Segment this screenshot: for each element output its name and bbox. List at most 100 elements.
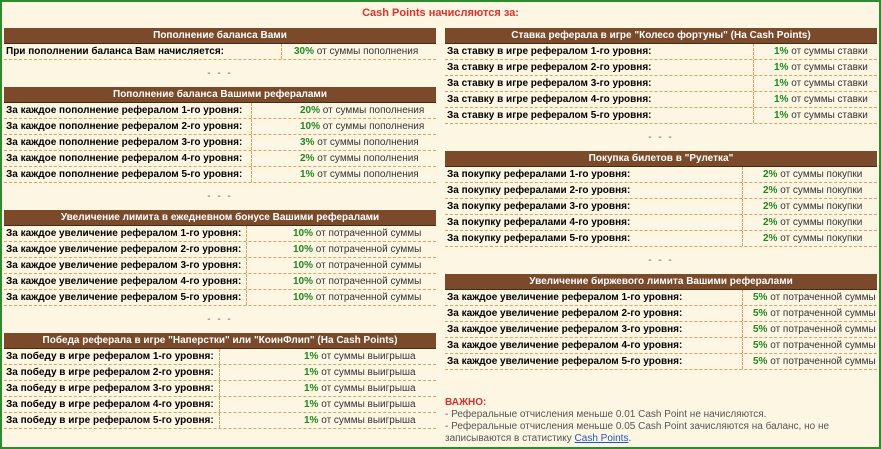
value-text: от суммы выигрыша: [321, 399, 416, 410]
value-text: от суммы ставки: [791, 46, 868, 57]
table-row: За каждое пополнение рефералом 5-го уров…: [4, 167, 436, 183]
percent-value: 10%: [293, 244, 314, 255]
row-label: За покупку рефералами 3-го уровня:: [445, 199, 743, 214]
row-label: За победу в игре рефералом 4-го уровня:: [4, 397, 220, 412]
value-text: от суммы покупки: [780, 185, 863, 196]
value-text: от суммы покупки: [780, 217, 863, 228]
row-value: 1% от суммы ставки: [754, 76, 868, 91]
table-row: За каждое увеличение рефералом 4-го уров…: [4, 274, 436, 290]
row-value: 2% от суммы покупки: [743, 183, 862, 198]
value-text: от потраченной суммы: [770, 340, 876, 351]
table-row: За каждое увеличение рефералом 3-го уров…: [4, 258, 436, 274]
percent-value: 5%: [753, 356, 768, 367]
row-value: 1% от суммы ставки: [754, 44, 868, 59]
value-text: от суммы ставки: [791, 78, 868, 89]
section-header: Увеличение лимита в ежедневном бонусе Ва…: [4, 210, 436, 226]
percent-value: 1%: [774, 46, 789, 57]
row-label: За каждое увеличение рефералом 2-го уров…: [445, 306, 743, 321]
value-text: от суммы ставки: [791, 110, 868, 121]
table-row: За покупку рефералами 1-го уровня: 2% от …: [445, 167, 877, 183]
value-text: от потраченной суммы: [770, 308, 876, 319]
row-value: 1% от суммы ставки: [754, 60, 868, 75]
row-value: 5% от потраченной суммы: [743, 290, 876, 305]
row-value: 1% от суммы пополнения: [252, 167, 419, 182]
section-header: Ставка реферала в игре "Колесо фортуны" …: [445, 28, 877, 44]
important-note: ВАЖНО: - Реферальные отчисления меньше 0…: [445, 397, 875, 445]
section-header: Покупка билетов в "Рулетка": [445, 151, 877, 167]
row-value: 1% от суммы выигрыша: [220, 349, 416, 364]
value-text: от суммы пополнения: [317, 137, 419, 148]
percent-value: 1%: [304, 367, 319, 378]
table-row: За ставку в игре рефералом 3-го уровня: 1…: [445, 76, 877, 92]
table-row: За ставку в игре рефералом 5-го уровня: 1…: [445, 108, 877, 124]
percent-value: 2%: [763, 169, 778, 180]
value-text: от потраченной суммы: [770, 324, 876, 335]
percent-value: 20%: [300, 105, 321, 116]
section: Покупка билетов в "Рулетка" За покупку ре…: [445, 151, 877, 247]
value-text: от потраченной суммы: [315, 228, 422, 239]
row-label: За ставку в игре рефералом 4-го уровня:: [445, 92, 754, 107]
table-row: За ставку в игре рефералом 4-го уровня: 1…: [445, 92, 877, 108]
table-row: За каждое увеличение рефералом 5-го уров…: [445, 354, 877, 370]
percent-value: 2%: [300, 153, 315, 164]
value-text: от суммы пополнения: [322, 121, 425, 132]
table-row: За победу в игре рефералом 1-го уровня: 1…: [4, 349, 436, 365]
table-row: За каждое увеличение рефералом 2-го уров…: [445, 306, 877, 322]
row-value: 1% от суммы выигрыша: [220, 413, 416, 428]
row-label: За победу в игре рефералом 2-го уровня:: [4, 365, 220, 380]
section-header: Увеличение биржевого лимита Вашими рефер…: [445, 274, 877, 290]
percent-value: 30%: [294, 46, 315, 57]
value-text: от суммы выигрыша: [321, 383, 416, 394]
row-label: За покупку рефералами 1-го уровня:: [445, 167, 743, 182]
percent-value: 5%: [753, 308, 768, 319]
row-label: За каждое увеличение рефералом 3-го уров…: [445, 322, 743, 337]
percent-value: 1%: [304, 351, 319, 362]
table-row: За каждое увеличение рефералом 3-го уров…: [445, 322, 877, 338]
section-separator: - - -: [648, 132, 674, 143]
percent-value: 10%: [293, 260, 314, 271]
row-label: За каждое пополнение рефералом 1-го уров…: [4, 103, 252, 118]
percent-value: 1%: [304, 415, 319, 426]
row-value: 1% от суммы ставки: [754, 108, 868, 123]
value-text: от суммы выигрыша: [321, 351, 416, 362]
value-text: от суммы ставки: [791, 94, 868, 105]
section: Пополнение баланса Вами При пополнении ба…: [4, 28, 436, 60]
row-label: За каждое увеличение рефералом 5-го уров…: [445, 354, 743, 369]
row-label: За победу в игре рефералом 1-го уровня:: [4, 349, 220, 364]
percent-value: 3%: [300, 137, 315, 148]
row-label: За каждое увеличение рефералом 2-го уров…: [4, 242, 247, 257]
row-label: За каждое пополнение рефералом 5-го уров…: [4, 167, 252, 182]
section: Увеличение биржевого лимита Вашими рефер…: [445, 274, 877, 370]
important-line-1: - Реферальные отчисления меньше 0.01 Cas…: [445, 409, 767, 420]
section: Победа реферала в игре "Наперстки" или "…: [4, 333, 436, 429]
value-text: от суммы пополнения: [317, 169, 419, 180]
row-label: За ставку в игре рефералом 3-го уровня:: [445, 76, 754, 91]
row-label: За покупку рефералами 5-го уровня:: [445, 231, 743, 246]
value-text: от потраченной суммы: [315, 276, 422, 287]
row-value: 10% от потраченной суммы: [247, 242, 421, 257]
percent-value: 1%: [304, 399, 319, 410]
cash-points-link[interactable]: Cash Points: [575, 433, 629, 444]
row-label: За каждое пополнение рефералом 2-го уров…: [4, 119, 252, 134]
left-column: Пополнение баланса Вами При пополнении ба…: [4, 28, 436, 429]
row-label: За каждое пополнение рефералом 4-го уров…: [4, 151, 252, 166]
row-value: 1% от суммы ставки: [754, 92, 868, 107]
value-text: от суммы выигрыша: [321, 415, 416, 426]
page-frame: Cash Points начисляются за: Пополнение б…: [0, 0, 881, 449]
row-value: 2% от суммы пополнения: [252, 151, 419, 166]
row-label: За ставку в игре рефералом 5-го уровня:: [445, 108, 754, 123]
percent-value: 10%: [300, 121, 321, 132]
value-text: от потраченной суммы: [315, 260, 422, 271]
value-text: от потраченной суммы: [315, 244, 422, 255]
row-value: 10% от потраченной суммы: [247, 290, 421, 305]
row-value: 5% от потраченной суммы: [743, 322, 876, 337]
important-line-2: - Реферальные отчисления меньше 0.05 Cas…: [445, 421, 830, 444]
row-value: 10% от суммы пополнения: [252, 119, 424, 134]
section-separator: - - -: [207, 314, 233, 325]
value-text: от суммы пополнения: [322, 105, 425, 116]
row-label: За покупку рефералами 4-го уровня:: [445, 215, 743, 230]
row-value: 1% от суммы выигрыша: [220, 365, 416, 380]
section: Увеличение лимита в ежедневном бонусе Ва…: [4, 210, 436, 306]
value-text: от суммы пополнения: [316, 46, 419, 57]
table-row: За каждое увеличение рефералом 1-го уров…: [445, 290, 877, 306]
